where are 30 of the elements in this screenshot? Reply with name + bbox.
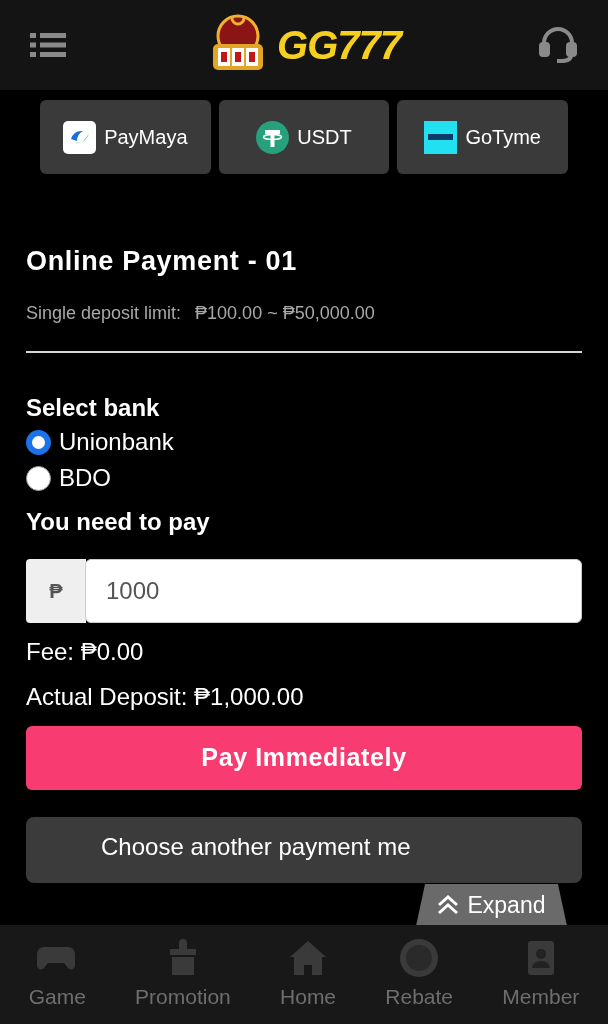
menu-icon[interactable] (30, 32, 66, 58)
section-title: Online Payment - 01 (26, 245, 298, 278)
payment-method-button[interactable]: USDT (218, 100, 390, 174)
limit-value: ₱100.00 ~ ₱50,000.00 (195, 302, 375, 325)
double-chevron-up-icon (437, 895, 460, 915)
other-merchant-button[interactable]: Choose another payment me (26, 817, 582, 883)
amount-field[interactable]: 1000 (85, 559, 582, 623)
bank-label: BDO (59, 463, 111, 493)
limit-label: Single deposit limit: (26, 302, 182, 325)
wallet-logo-icon (63, 120, 97, 154)
nav-tab[interactable]: Rebate (385, 936, 454, 1013)
payment-method-button[interactable]: PayMaya (40, 100, 211, 174)
fee-text: Fee: ₱0.00 (26, 637, 145, 667)
nav-tab[interactable]: Promotion (135, 936, 231, 1013)
section-heading: Select bank (26, 393, 161, 423)
nav-tab[interactable]: Game (28, 936, 86, 1013)
pay-button[interactable]: Pay Immediately (26, 726, 582, 790)
nav-tab[interactable]: Home (280, 936, 337, 1013)
currency-prefix: ₱ (26, 559, 86, 623)
radio-button[interactable] (26, 429, 51, 455)
expand-tab[interactable]: Expand (416, 884, 567, 926)
bank-label: Unionbank (59, 427, 174, 457)
radio-button[interactable] (26, 465, 51, 491)
payment-method-button[interactable]: GoTyme (397, 100, 568, 174)
actual-deposit-text: Actual Deposit: ₱1,000.00 (26, 682, 305, 712)
section-heading: You need to pay (26, 507, 211, 537)
headset-icon[interactable] (538, 25, 578, 65)
bank-logo-icon (424, 120, 458, 154)
nav-tab[interactable]: Member (502, 936, 580, 1013)
tether-icon (256, 120, 290, 154)
